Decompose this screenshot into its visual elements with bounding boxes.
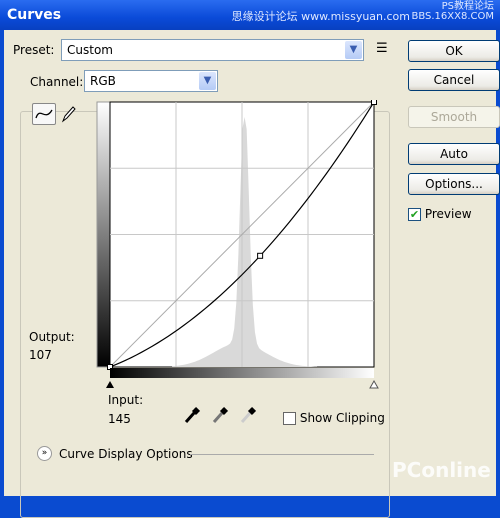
- chevron-down-icon: ▼: [199, 72, 216, 90]
- watermark-logo: PS教程论坛 BBS.16XX8.COM: [411, 1, 494, 22]
- channel-value: RGB: [90, 74, 116, 88]
- input-gradient-bar: [110, 368, 374, 378]
- chevron-down-icon: ▼: [345, 41, 362, 59]
- black-point-slider[interactable]: [106, 381, 114, 388]
- curve-control-point[interactable]: [371, 100, 377, 105]
- check-icon: ✔: [408, 208, 421, 221]
- curve-graph[interactable]: [96, 100, 386, 390]
- white-eyedropper-icon[interactable]: [240, 406, 256, 424]
- title-bar: Curves 思缘设计论坛 www.missyuan.com PS教程论坛 BBS…: [0, 0, 500, 30]
- ok-button[interactable]: OK: [408, 40, 500, 62]
- watermark: 思缘设计论坛 www.missyuan.com: [231, 10, 410, 23]
- curve-icon: [35, 109, 53, 119]
- window-title: Curves: [7, 7, 62, 23]
- options-button[interactable]: Options...: [408, 173, 500, 195]
- curve-control-point[interactable]: [257, 252, 264, 259]
- channel-label: Channel:: [28, 75, 86, 89]
- pencil-icon[interactable]: [60, 104, 76, 124]
- show-clipping-label: Show Clipping: [299, 411, 385, 425]
- preview-checkbox[interactable]: ✔ Preview: [408, 207, 472, 221]
- output-value: 107: [29, 348, 52, 362]
- checkbox-box: [283, 412, 296, 425]
- auto-button[interactable]: Auto: [408, 143, 500, 165]
- list-menu-icon[interactable]: ☰: [376, 41, 388, 56]
- black-eyedropper-icon[interactable]: [184, 406, 200, 424]
- preset-select[interactable]: Custom ▼: [61, 39, 364, 61]
- expand-chevron-icon[interactable]: »: [37, 446, 52, 461]
- cancel-button[interactable]: Cancel: [408, 69, 500, 91]
- smooth-button[interactable]: Smooth: [408, 106, 500, 128]
- show-clipping-checkbox[interactable]: Show Clipping: [283, 411, 385, 425]
- curve-display-options-label[interactable]: Curve Display Options: [59, 447, 193, 461]
- white-point-slider[interactable]: [369, 379, 379, 389]
- channel-select[interactable]: RGB ▼: [84, 70, 218, 92]
- input-label: Input:: [108, 393, 144, 407]
- output-gradient-bar: [96, 101, 111, 368]
- preset-value: Custom: [67, 43, 113, 57]
- input-value: 145: [108, 412, 131, 426]
- dialog-body: Preset: Custom ▼ ☰ OK Cancel Smooth Auto …: [4, 30, 500, 518]
- preview-label: Preview: [424, 207, 472, 221]
- preset-label: Preset:: [13, 43, 55, 57]
- watermark-logo: PConline: [392, 458, 491, 482]
- curve-point-tool[interactable]: [32, 103, 56, 125]
- output-label: Output:: [29, 330, 75, 344]
- gray-eyedropper-icon[interactable]: [212, 406, 228, 424]
- divider: [190, 454, 374, 455]
